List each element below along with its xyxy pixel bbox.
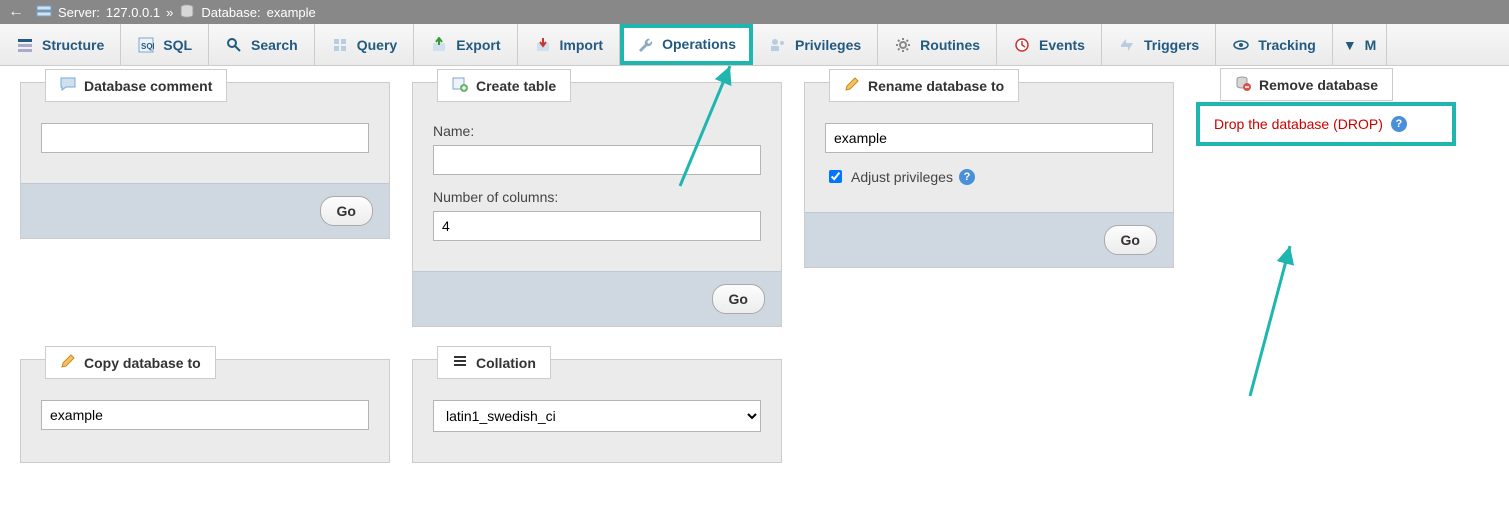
help-icon[interactable]: ? <box>959 169 975 185</box>
tab-bar: Structure SQL SQL Search Query Export Im… <box>0 24 1509 66</box>
pencil-icon <box>60 353 76 372</box>
content-area: Database comment Go Create table Name: N… <box>0 66 1509 479</box>
tab-sql-label: SQL <box>163 37 192 53</box>
copy-database-input[interactable] <box>41 400 369 430</box>
breadcrumb-server-link[interactable]: 127.0.0.1 <box>106 5 160 20</box>
triggers-icon <box>1118 36 1136 54</box>
query-icon <box>331 36 349 54</box>
tab-triggers[interactable]: Triggers <box>1102 24 1216 65</box>
adjust-privileges-checkbox[interactable] <box>829 170 842 183</box>
breadcrumb-bar: ← Server: 127.0.0.1 » Database: example <box>0 0 1509 24</box>
tab-import[interactable]: Import <box>518 24 621 65</box>
panel-copy-database: Copy database to <box>20 359 390 463</box>
collation-icon <box>452 353 468 372</box>
panel-header-collation: Collation <box>437 346 551 379</box>
tab-events[interactable]: Events <box>997 24 1102 65</box>
panel-header-remove: Remove database <box>1220 68 1393 101</box>
adjust-privileges-label: Adjust privileges <box>851 169 953 185</box>
panel-title-copy: Copy database to <box>84 355 201 371</box>
tab-routines-label: Routines <box>920 37 980 53</box>
tab-tracking-label: Tracking <box>1258 37 1316 53</box>
tab-triggers-label: Triggers <box>1144 37 1199 53</box>
pencil-icon <box>844 76 860 95</box>
tab-tracking[interactable]: Tracking <box>1216 24 1333 65</box>
eye-icon <box>1232 36 1250 54</box>
go-button-create[interactable]: Go <box>712 284 765 314</box>
rename-database-input[interactable] <box>825 123 1153 153</box>
tab-privileges-label: Privileges <box>795 37 861 53</box>
tab-query-label: Query <box>357 37 397 53</box>
panel-title-remove: Remove database <box>1259 77 1378 93</box>
tab-operations[interactable]: Operations <box>620 24 753 65</box>
go-button-comment[interactable]: Go <box>320 196 373 226</box>
panel-row-2: Copy database to Collation latin1_swedis… <box>20 359 1489 463</box>
database-prefix: Database: <box>201 5 260 20</box>
collation-select[interactable]: latin1_swedish_ci <box>433 400 761 432</box>
privileges-icon <box>769 36 787 54</box>
chevron-down-icon: ▼ <box>1343 37 1357 53</box>
tab-export-label: Export <box>456 37 500 53</box>
panel-database-comment: Database comment Go <box>20 82 390 239</box>
remove-db-icon <box>1235 75 1251 94</box>
drop-database-label: Drop the database (DROP) <box>1214 116 1383 132</box>
panel-create-table: Create table Name: Number of columns: Go <box>412 82 782 327</box>
tab-operations-label: Operations <box>662 36 736 52</box>
panel-header-create: Create table <box>437 69 571 102</box>
wrench-icon <box>636 35 654 53</box>
tab-search[interactable]: Search <box>209 24 315 65</box>
tab-export[interactable]: Export <box>414 24 517 65</box>
panel-title-create: Create table <box>476 78 556 94</box>
import-icon <box>534 36 552 54</box>
database-comment-input[interactable] <box>41 123 369 153</box>
structure-icon <box>16 36 34 54</box>
tab-more-label: M <box>1365 37 1377 53</box>
tab-import-label: Import <box>560 37 604 53</box>
server-prefix: Server: <box>58 5 100 20</box>
tab-more[interactable]: ▼ M <box>1333 24 1388 65</box>
breadcrumb-separator: » <box>166 5 173 20</box>
num-columns-label: Number of columns: <box>433 189 761 205</box>
tab-sql[interactable]: SQL SQL <box>121 24 209 65</box>
panel-collation: Collation latin1_swedish_ci <box>412 359 782 463</box>
export-icon <box>430 36 448 54</box>
back-arrow-icon[interactable]: ← <box>8 3 24 21</box>
create-table-icon <box>452 76 468 95</box>
tab-search-label: Search <box>251 37 298 53</box>
tab-structure[interactable]: Structure <box>0 24 121 65</box>
tab-privileges[interactable]: Privileges <box>753 24 878 65</box>
panel-rename-database: Rename database to Adjust privileges ? G… <box>804 82 1174 268</box>
num-columns-input[interactable] <box>433 211 761 241</box>
server-icon <box>36 3 52 22</box>
panel-remove-database: Remove database Drop the database (DROP)… <box>1196 82 1476 166</box>
table-name-label: Name: <box>433 123 761 139</box>
tab-query[interactable]: Query <box>315 24 414 65</box>
sql-icon: SQL <box>137 36 155 54</box>
clock-icon <box>1013 36 1031 54</box>
tab-structure-label: Structure <box>42 37 104 53</box>
drop-database-link[interactable]: Drop the database (DROP) ? <box>1196 102 1456 146</box>
gear-icon <box>894 36 912 54</box>
panel-header-rename: Rename database to <box>829 69 1019 102</box>
search-icon <box>225 36 243 54</box>
tab-events-label: Events <box>1039 37 1085 53</box>
go-button-rename[interactable]: Go <box>1104 225 1157 255</box>
panel-header-copy: Copy database to <box>45 346 216 379</box>
panel-title-collation: Collation <box>476 355 536 371</box>
table-name-input[interactable] <box>433 145 761 175</box>
svg-text:SQL: SQL <box>141 42 154 51</box>
panel-title-comment: Database comment <box>84 78 212 94</box>
panel-header-comment: Database comment <box>45 69 227 102</box>
database-icon <box>179 3 195 22</box>
help-icon[interactable]: ? <box>1391 116 1407 132</box>
breadcrumb-database-link[interactable]: example <box>267 5 316 20</box>
panel-title-rename: Rename database to <box>868 78 1004 94</box>
tab-routines[interactable]: Routines <box>878 24 997 65</box>
comment-icon <box>60 76 76 95</box>
